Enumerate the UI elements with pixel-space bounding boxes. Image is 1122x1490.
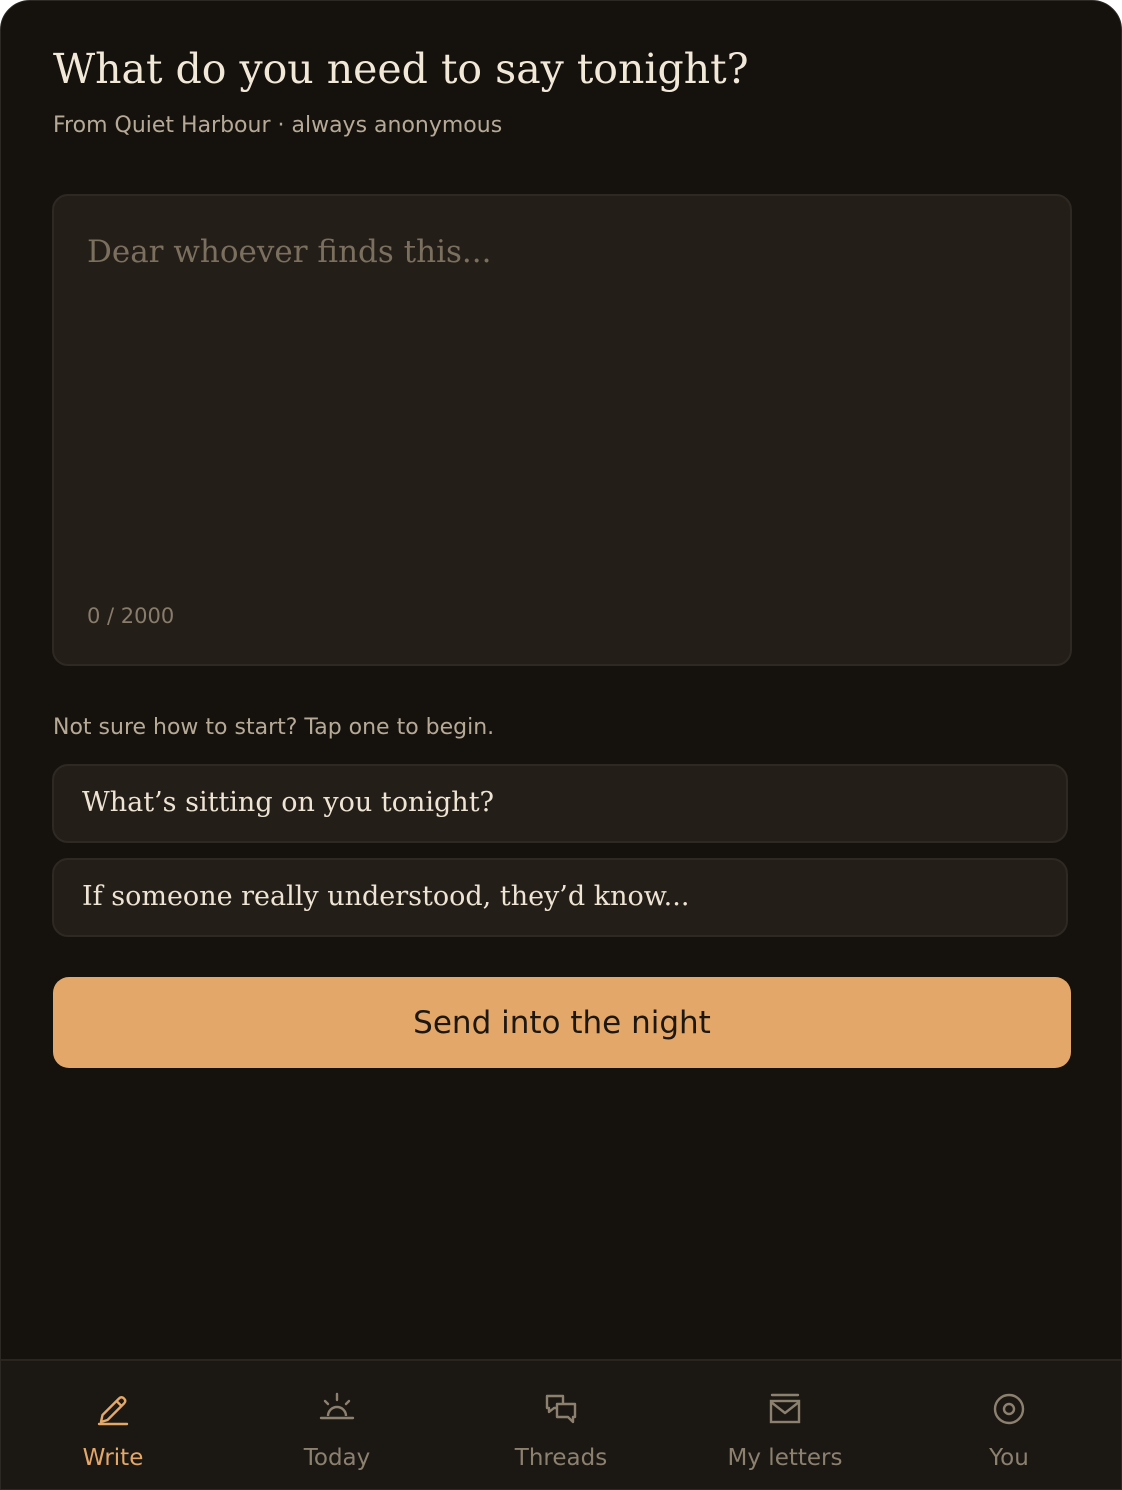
bottom-navigation: Write Today Threads My letters You xyxy=(1,1359,1121,1489)
prompt-hint: Not sure how to start? Tap one to begin. xyxy=(53,715,495,740)
nav-label-write: Write xyxy=(82,1445,144,1471)
mailbox-icon xyxy=(769,1393,801,1424)
letter-composer: 0 / 2000 xyxy=(52,194,1072,666)
nav-label-threads: Threads xyxy=(514,1445,608,1471)
nav-item-threads[interactable]: Threads xyxy=(481,1361,641,1489)
character-counter: 0 / 2000 xyxy=(87,604,175,628)
nav-item-you[interactable]: You xyxy=(929,1361,1089,1489)
send-button[interactable]: Send into the night xyxy=(53,977,1071,1068)
nav-label-you: You xyxy=(989,1445,1029,1471)
profile-circle-icon xyxy=(993,1393,1025,1425)
nav-item-my-letters[interactable]: My letters xyxy=(705,1361,865,1489)
nav-item-write[interactable]: Write xyxy=(33,1361,193,1489)
nav-item-today[interactable]: Today xyxy=(257,1361,417,1489)
nav-label-my-letters: My letters xyxy=(727,1445,843,1471)
prompt-suggestion-label: What’s sitting on you tonight? xyxy=(82,787,495,818)
page-title: What do you need to say tonight? xyxy=(53,45,749,93)
app-screen: What do you need to say tonight? From Qu… xyxy=(0,0,1122,1490)
nav-label-today: Today xyxy=(303,1445,371,1471)
sunrise-icon xyxy=(319,1392,355,1420)
chat-bubbles-icon xyxy=(545,1394,577,1424)
page-subtitle: From Quiet Harbour · always anonymous xyxy=(53,113,503,138)
prompt-suggestion-label: If someone really understood, they’d kno… xyxy=(82,881,690,912)
letter-input[interactable] xyxy=(87,232,1027,572)
prompt-suggestion[interactable]: If someone really understood, they’d kno… xyxy=(52,858,1068,937)
prompt-suggestion[interactable]: What’s sitting on you tonight? xyxy=(52,764,1068,843)
pencil-icon xyxy=(97,1396,129,1426)
